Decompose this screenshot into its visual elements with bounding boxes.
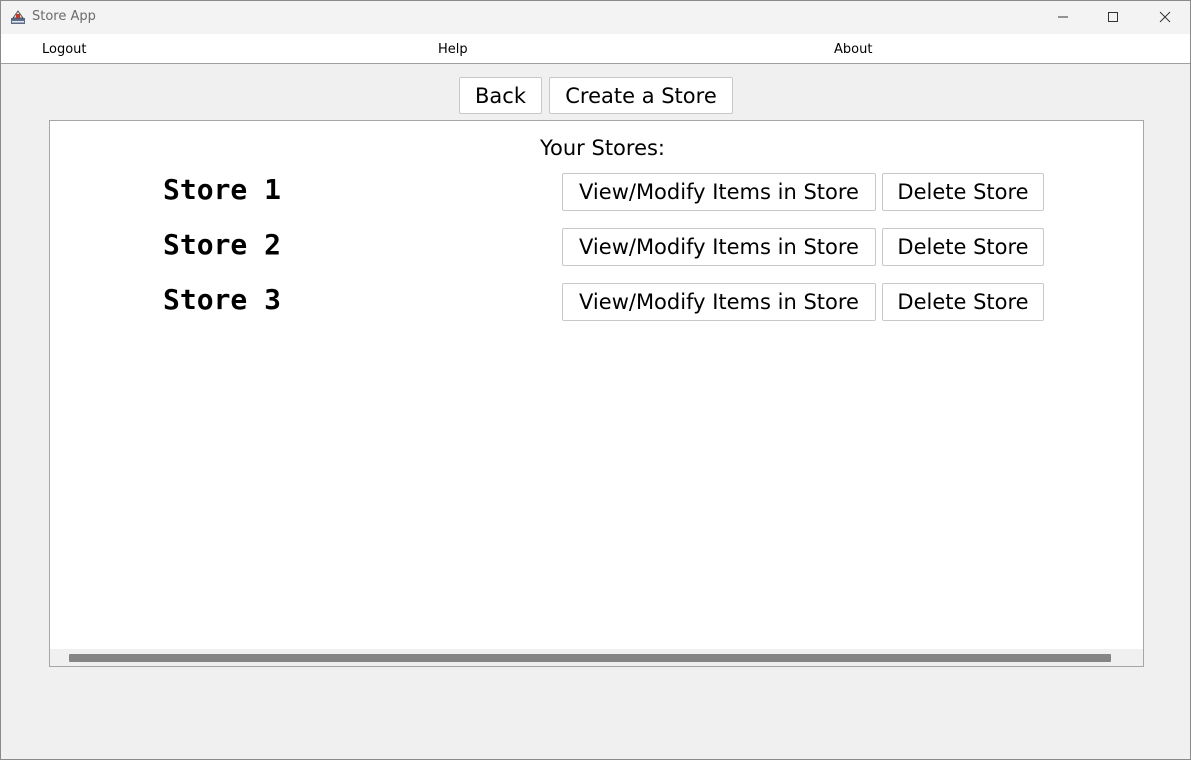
create-store-button[interactable]: Create a Store (549, 77, 733, 114)
app-window: Store App Logout Help About Back Create … (0, 0, 1191, 760)
menu-item-logout[interactable]: Logout (42, 42, 87, 57)
delete-store-button[interactable]: Delete Store (882, 283, 1044, 321)
minimize-button[interactable] (1038, 1, 1088, 34)
store-row: Store 1 View/Modify Items in Store Delet… (50, 172, 1143, 212)
store-name: Store 2 (163, 228, 282, 261)
window-title: Store App (32, 9, 96, 24)
menu-item-about[interactable]: About (834, 42, 872, 57)
store-name: Store 1 (163, 173, 282, 206)
close-icon (1159, 8, 1171, 27)
scrollbar-thumb[interactable] (69, 654, 1111, 662)
view-modify-items-button[interactable]: View/Modify Items in Store (562, 228, 876, 266)
title-bar[interactable]: Store App (1, 1, 1190, 34)
view-modify-items-button[interactable]: View/Modify Items in Store (562, 173, 876, 211)
close-button[interactable] (1140, 1, 1190, 34)
menu-item-help[interactable]: Help (438, 42, 468, 57)
java-app-icon (10, 9, 26, 25)
maximize-button[interactable] (1088, 1, 1138, 34)
minimize-icon (1057, 8, 1069, 27)
delete-store-button[interactable]: Delete Store (882, 173, 1044, 211)
view-modify-items-button[interactable]: View/Modify Items in Store (562, 283, 876, 321)
menu-bar: Logout Help About (1, 34, 1190, 64)
store-row: Store 3 View/Modify Items in Store Delet… (50, 282, 1143, 322)
stores-heading: Your Stores: (539, 136, 666, 160)
store-name: Store 3 (163, 283, 282, 316)
store-row: Store 2 View/Modify Items in Store Delet… (50, 227, 1143, 267)
delete-store-button[interactable]: Delete Store (882, 228, 1044, 266)
back-button[interactable]: Back (459, 77, 542, 114)
horizontal-scrollbar[interactable] (50, 649, 1143, 666)
stores-scroll-panel[interactable]: Your Stores: Store 1 View/Modify Items i… (49, 120, 1144, 667)
maximize-icon (1107, 8, 1119, 27)
